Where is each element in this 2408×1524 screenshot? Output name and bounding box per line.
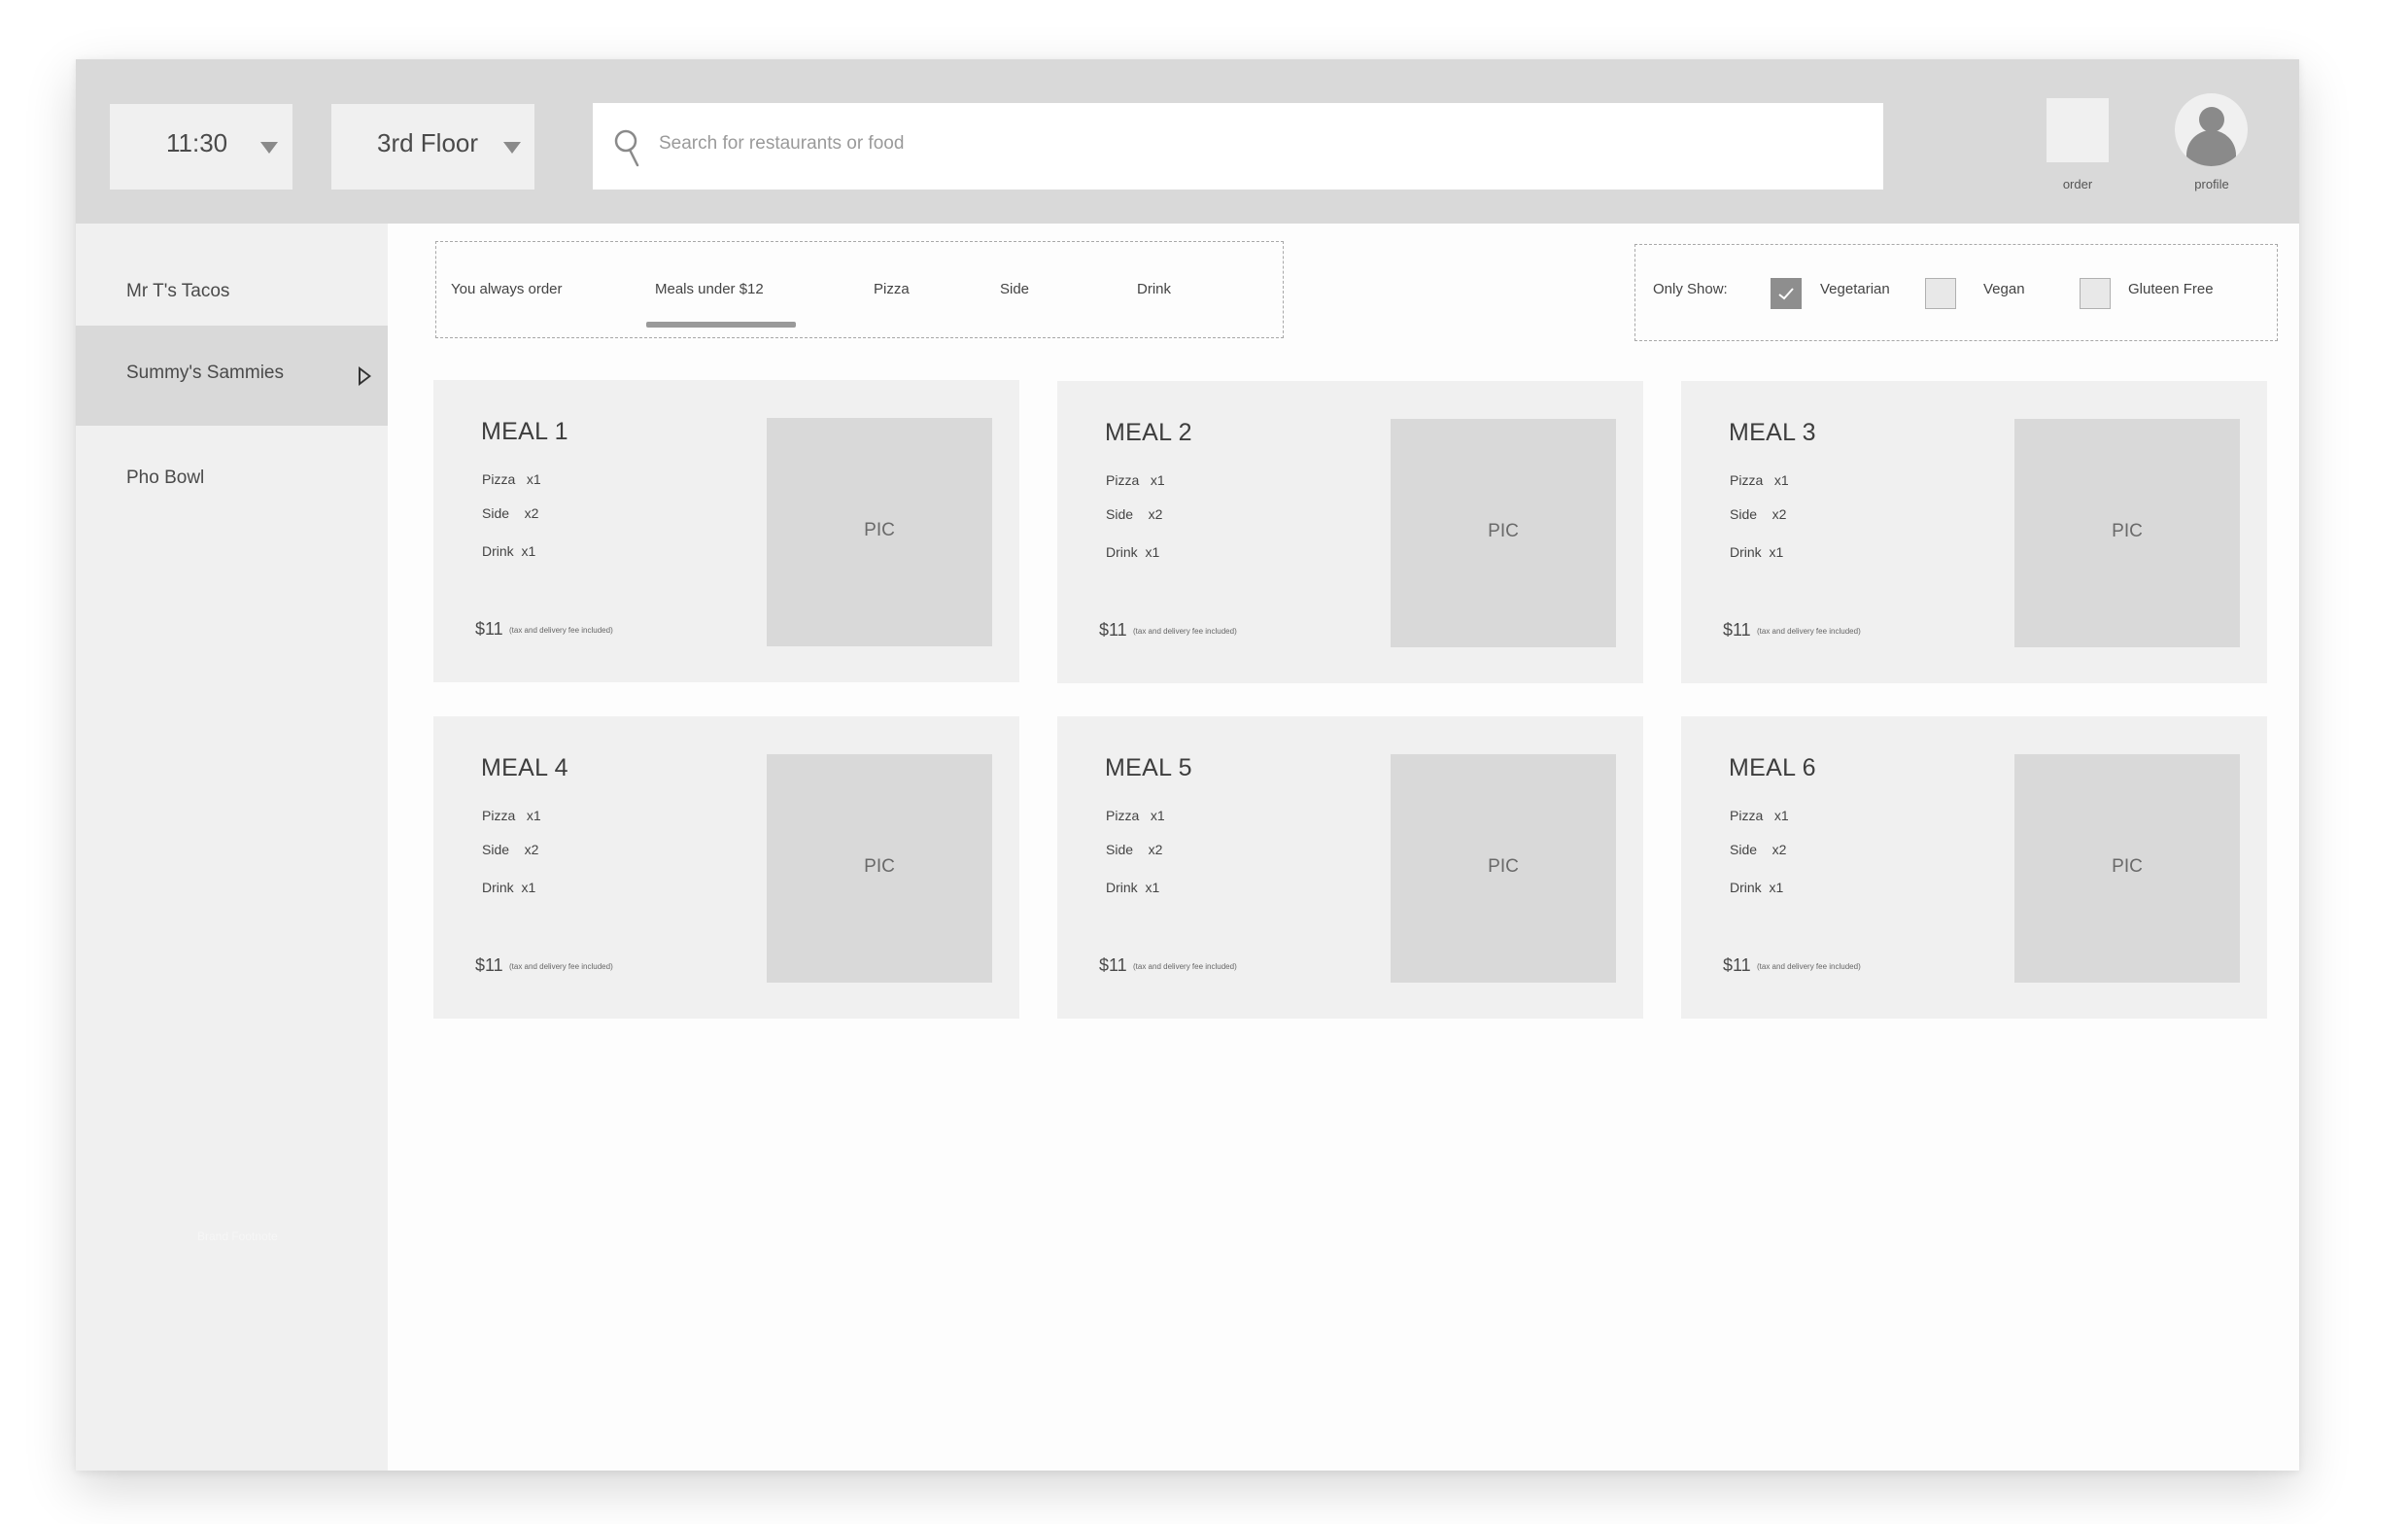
- profile-label: profile: [2194, 177, 2229, 191]
- filters-label: Only Show:: [1653, 281, 1728, 297]
- meal-card-1[interactable]: MEAL 1 Pizza x1 Side x2 Drink x1 $11 (ta…: [433, 380, 1019, 682]
- meal-item-pizza: Pizza x1: [482, 808, 541, 823]
- sidebar-item-pho-bowl[interactable]: Pho Bowl: [76, 426, 388, 523]
- tab-drink[interactable]: Drink: [1137, 281, 1171, 297]
- gluten-free-label: Gluteen Free: [2128, 281, 2214, 297]
- sidebar-item-summys-sammies[interactable]: Summy's Sammies: [76, 326, 388, 426]
- meal-title: MEAL 2: [1105, 419, 1192, 446]
- meal-item-pizza: Pizza x1: [482, 471, 541, 487]
- gluten-free-checkbox[interactable]: [2080, 278, 2111, 309]
- meal-price: $11: [1099, 955, 1127, 975]
- chevron-down-icon: [260, 142, 278, 154]
- vegetarian-label: Vegetarian: [1820, 281, 1890, 297]
- meal-card-2[interactable]: MEAL 2 Pizza x1 Side x2 Drink x1 $11 (ta…: [1057, 381, 1643, 683]
- tab-meals-under-12[interactable]: Meals under $12: [655, 281, 764, 297]
- meal-title: MEAL 6: [1729, 754, 1816, 781]
- tab-pizza[interactable]: Pizza: [874, 281, 910, 297]
- order-label: order: [2062, 177, 2093, 191]
- meal-price-note: (tax and delivery fee included): [1757, 627, 1861, 636]
- meal-title: MEAL 1: [481, 418, 568, 445]
- meal-price: $11: [475, 619, 503, 639]
- meal-price: $11: [475, 955, 503, 975]
- diet-filters: Only Show: Vegetarian Vegan Gluteen Free: [1634, 244, 2278, 341]
- search-input[interactable]: [659, 124, 1825, 163]
- sidebar-item-label: Mr T's Tacos: [126, 281, 230, 301]
- meal-item-side: Side x2: [1730, 842, 1787, 857]
- tab-side[interactable]: Side: [1000, 281, 1029, 297]
- meal-price-note: (tax and delivery fee included): [509, 626, 613, 635]
- vegetarian-checkbox[interactable]: [1771, 278, 1802, 309]
- meal-title: MEAL 3: [1729, 419, 1816, 446]
- meal-item-side: Side x2: [482, 842, 539, 857]
- meal-item-pizza: Pizza x1: [1730, 808, 1789, 823]
- profile-avatar-button[interactable]: [2175, 93, 2248, 166]
- pic-label: PIC: [1488, 856, 1519, 877]
- sidebar-item-label: Summy's Sammies: [126, 363, 284, 383]
- user-avatar-icon: [2199, 107, 2224, 132]
- meal-item-drink: Drink x1: [482, 543, 536, 559]
- meal-title: MEAL 5: [1105, 754, 1192, 781]
- meal-price: $11: [1099, 620, 1127, 640]
- chevron-down-icon: [503, 142, 521, 154]
- pic-label: PIC: [864, 856, 895, 877]
- meal-price-note: (tax and delivery fee included): [1757, 962, 1861, 971]
- time-dropdown[interactable]: 11:30: [110, 104, 292, 190]
- meal-image-placeholder: PIC: [1391, 419, 1616, 647]
- meal-price: $11: [1723, 620, 1751, 640]
- play-arrow-icon: [359, 366, 371, 386]
- meal-price-note: (tax and delivery fee included): [1133, 627, 1237, 636]
- meal-card-5[interactable]: MEAL 5 Pizza x1 Side x2 Drink x1 $11 (ta…: [1057, 716, 1643, 1019]
- meal-item-pizza: Pizza x1: [1106, 472, 1165, 488]
- search-bar: [593, 103, 1883, 190]
- pic-label: PIC: [2112, 521, 2143, 541]
- sidebar-footnote: Brand Footnote: [197, 1230, 278, 1243]
- tab-you-always-order[interactable]: You always order: [451, 281, 563, 297]
- meal-image-placeholder: PIC: [767, 418, 992, 646]
- meal-item-drink: Drink x1: [1106, 544, 1160, 560]
- top-header: 11:30 3rd Floor order profile: [76, 59, 2299, 224]
- meal-item-pizza: Pizza x1: [1106, 808, 1165, 823]
- meal-price-note: (tax and delivery fee included): [509, 962, 613, 971]
- meal-item-side: Side x2: [482, 505, 539, 521]
- meal-title: MEAL 4: [481, 754, 568, 781]
- meal-item-drink: Drink x1: [1730, 544, 1784, 560]
- vegan-label: Vegan: [1983, 281, 2025, 297]
- sidebar-item-label: Pho Bowl: [126, 468, 205, 488]
- meal-item-side: Side x2: [1730, 506, 1787, 522]
- floor-dropdown[interactable]: 3rd Floor: [331, 104, 534, 190]
- meal-card-4[interactable]: MEAL 4 Pizza x1 Side x2 Drink x1 $11 (ta…: [433, 716, 1019, 1019]
- meal-item-pizza: Pizza x1: [1730, 472, 1789, 488]
- pic-label: PIC: [864, 520, 895, 540]
- checkmark-icon: [1778, 288, 1794, 300]
- pic-label: PIC: [1488, 521, 1519, 541]
- meal-item-drink: Drink x1: [1730, 880, 1784, 895]
- meal-item-side: Side x2: [1106, 506, 1163, 522]
- user-avatar-body: [2186, 130, 2236, 166]
- meal-image-placeholder: PIC: [767, 754, 992, 983]
- meal-card-6[interactable]: MEAL 6 Pizza x1 Side x2 Drink x1 $11 (ta…: [1681, 716, 2267, 1019]
- meal-price: $11: [1723, 955, 1751, 975]
- restaurant-sidebar: Mr T's Tacos Summy's Sammies Pho Bowl Br…: [76, 224, 388, 1471]
- pic-label: PIC: [2112, 856, 2143, 877]
- meal-item-drink: Drink x1: [482, 880, 536, 895]
- meal-item-drink: Drink x1: [1106, 880, 1160, 895]
- vegan-checkbox[interactable]: [1925, 278, 1956, 309]
- meal-image-placeholder: PIC: [2014, 754, 2240, 983]
- meal-price-note: (tax and delivery fee included): [1133, 962, 1237, 971]
- app-window: 11:30 3rd Floor order profile Mr T's Tac…: [76, 59, 2299, 1471]
- time-value: 11:30: [166, 128, 228, 157]
- meal-card-3[interactable]: MEAL 3 Pizza x1 Side x2 Drink x1 $11 (ta…: [1681, 381, 2267, 683]
- search-icon: [614, 129, 639, 167]
- meal-item-side: Side x2: [1106, 842, 1163, 857]
- order-button[interactable]: [2047, 98, 2109, 162]
- active-tab-indicator: [646, 322, 796, 328]
- floor-value: 3rd Floor: [377, 128, 479, 157]
- meal-image-placeholder: PIC: [2014, 419, 2240, 647]
- category-tabs: You always order Meals under $12 Pizza S…: [435, 241, 1284, 338]
- sidebar-item-mr-ts-tacos[interactable]: Mr T's Tacos: [76, 224, 388, 326]
- meal-image-placeholder: PIC: [1391, 754, 1616, 983]
